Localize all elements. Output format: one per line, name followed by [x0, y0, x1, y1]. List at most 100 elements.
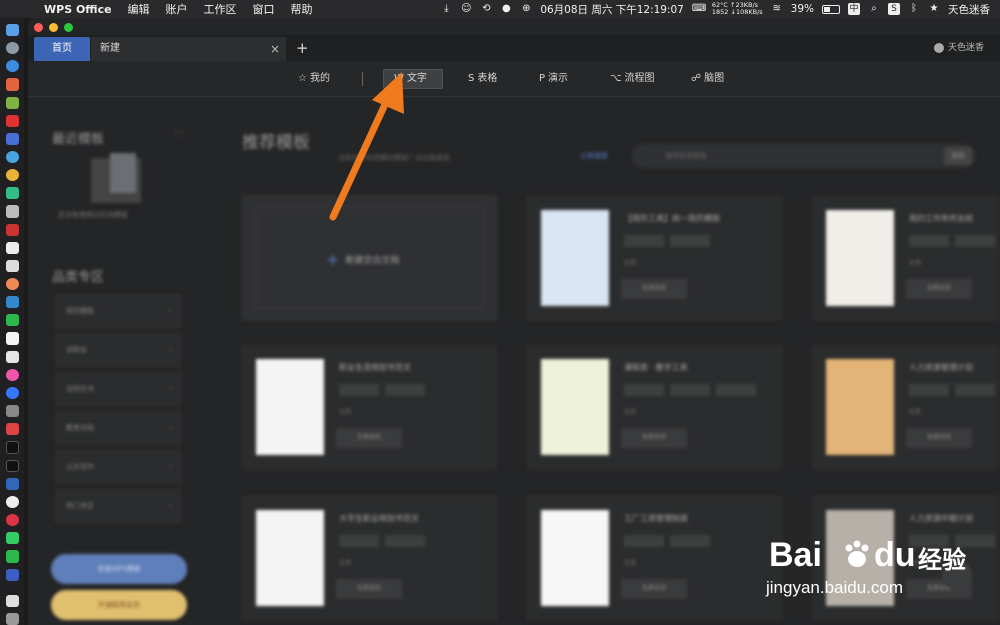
nav-sheet[interactable]: S 表格 [468, 69, 497, 89]
spotlight-icon[interactable]: ⌕ [868, 3, 880, 15]
settings-icon[interactable] [5, 404, 19, 418]
blank-card-label: + 新建空白文档 [326, 250, 399, 269]
sogou-icon[interactable]: S [888, 3, 900, 15]
template-card[interactable]: 大学生职业规划书范文 免费 免费使用 [241, 495, 498, 621]
nav-present[interactable]: P 演示 [539, 69, 568, 89]
category-item[interactable]: 求职信 › [55, 333, 181, 367]
app-skyblue-icon[interactable] [5, 150, 19, 164]
nav-mind[interactable]: ☍ 脑图 [691, 69, 724, 89]
use-template-button[interactable]: 免费使用 [621, 279, 687, 299]
battery-icon[interactable] [822, 4, 840, 14]
system-stats[interactable]: 62°C ↑23KB/s 1852 ↓108KB/s [712, 2, 763, 16]
photos-icon[interactable] [5, 78, 19, 91]
new-blank-document-card[interactable]: + 新建空白文档 [241, 195, 498, 321]
template-card[interactable]: 职业生涯规划书范文 免费 免费使用 [241, 344, 498, 470]
vivaldi-icon[interactable] [5, 423, 19, 436]
date-time[interactable]: 06月08日 周六 下午12:19:07 [540, 2, 684, 17]
menu-workspace[interactable]: 工作区 [204, 1, 237, 17]
tab-home[interactable]: 首页 [34, 37, 90, 61]
user-account[interactable]: 天色迷香 [933, 35, 984, 61]
use-template-button[interactable]: 免费使用 [336, 579, 402, 599]
template-card[interactable]: 人力资源管理计划 免费 免费使用 [811, 344, 1000, 470]
globe-icon[interactable]: ⊕ [520, 3, 532, 15]
use-template-button[interactable]: 免费使用 [906, 428, 972, 448]
user-name: 天色迷香 [947, 43, 984, 53]
template-card[interactable]: 【简历工具】统一简历模版 免费 免费使用 [526, 195, 783, 321]
sync-icon[interactable]: ⟲ [480, 3, 492, 15]
star-icon[interactable]: ★ [928, 3, 940, 15]
category-item[interactable]: 合同文书 › [55, 372, 181, 406]
itunes-icon[interactable] [5, 368, 19, 381]
app-blue-icon[interactable] [5, 132, 19, 145]
template-search-input[interactable]: 搜索稻壳模板 搜索 [631, 144, 976, 168]
nav-mine[interactable]: ☆ 我的 [298, 69, 330, 89]
app-teal-icon[interactable] [5, 187, 19, 200]
app-red-icon[interactable] [5, 114, 19, 127]
input-method-icon[interactable]: 中 [848, 3, 860, 15]
vpn-icon[interactable] [5, 477, 19, 490]
download-icon[interactable]: ⤓ [440, 3, 452, 15]
monitor-icon[interactable] [5, 459, 19, 472]
category-item[interactable]: 教育文档 › [55, 411, 181, 445]
nav-flow[interactable]: ⌥ 流程图 [610, 69, 655, 89]
finder-icon[interactable] [5, 24, 19, 37]
category-item[interactable]: 公文写作 › [55, 450, 181, 484]
minimize-window-icon[interactable] [49, 23, 58, 32]
app-white4-icon[interactable] [5, 350, 19, 363]
app-white-icon[interactable] [5, 241, 19, 254]
template-card[interactable]: 工厂工资管理制度 免费 免费使用 [526, 495, 783, 621]
membership-button[interactable]: 开通稻壳会员 [51, 590, 187, 620]
use-template-button[interactable]: 免费使用 [621, 428, 687, 448]
document-icon[interactable] [5, 594, 19, 607]
chrome-icon[interactable] [5, 169, 19, 182]
template-card[interactable]: 简约工作年终总结 免费 免费使用 [811, 195, 1000, 321]
app-gray-icon[interactable] [5, 205, 19, 218]
android-icon[interactable] [5, 96, 19, 109]
search-now-link[interactable]: 立即搜索 [580, 151, 608, 161]
wifi-icon[interactable]: ≋ [771, 3, 783, 15]
app-white3-icon[interactable] [5, 332, 19, 345]
dots-icon[interactable]: ● [500, 3, 512, 15]
tab-new[interactable]: 新建 × [91, 37, 286, 61]
app-color-icon[interactable] [5, 277, 19, 291]
use-template-button[interactable]: 免费使用 [621, 579, 687, 599]
zoom-window-icon[interactable] [64, 23, 73, 32]
search-button[interactable]: 搜索 [944, 147, 972, 165]
menubar-user[interactable]: 天色迷香 [948, 2, 990, 17]
add-tab-button[interactable]: + [296, 35, 309, 61]
menu-help[interactable]: 帮助 [291, 1, 313, 17]
close-window-icon[interactable] [34, 23, 43, 32]
bluetooth-icon[interactable]: ᛒ [908, 3, 920, 15]
menu-window[interactable]: 窗口 [253, 1, 275, 17]
app-menu-name[interactable]: WPS Office [44, 3, 112, 16]
app-red2-icon[interactable] [5, 223, 19, 236]
menu-edit[interactable]: 编辑 [128, 1, 150, 17]
app-green-icon[interactable] [5, 532, 19, 545]
nav-text[interactable]: W 文字 [383, 69, 443, 89]
use-template-button[interactable]: 免费使用 [906, 279, 972, 299]
category-item[interactable]: 简历模板 › [55, 294, 181, 328]
safari-icon[interactable] [5, 60, 19, 73]
heart-icon[interactable]: ♡ [173, 128, 184, 142]
terminal-icon[interactable] [5, 441, 19, 454]
watermark-jingyan: 经验 [918, 546, 966, 574]
keyboard-icon[interactable]: ⌨ [692, 3, 706, 15]
tab-close-icon[interactable]: × [270, 37, 280, 61]
use-template-button[interactable]: 免费使用 [336, 428, 402, 448]
qq-icon[interactable]: ☺ [460, 3, 472, 15]
wps-icon[interactable] [5, 568, 19, 581]
baidu-paw-icon [845, 540, 869, 567]
install-templates-button[interactable]: 安装WPS模板 [51, 554, 187, 584]
app-blue2-icon[interactable] [5, 296, 19, 309]
wechat2-icon[interactable] [5, 550, 19, 563]
app-white2-icon[interactable] [5, 259, 19, 272]
category-item[interactable]: 热门专区 › [55, 489, 181, 523]
launchpad-icon[interactable] [5, 42, 19, 55]
app-red3-icon[interactable] [5, 514, 19, 527]
appstore-icon[interactable] [5, 386, 19, 399]
yandex-icon[interactable] [5, 495, 19, 509]
menu-account[interactable]: 账户 [166, 1, 188, 17]
trash-icon[interactable] [5, 612, 19, 625]
wechat-icon[interactable] [5, 314, 19, 327]
template-card[interactable]: 课程表 · 教学工具 免费 免费使用 [526, 344, 783, 470]
